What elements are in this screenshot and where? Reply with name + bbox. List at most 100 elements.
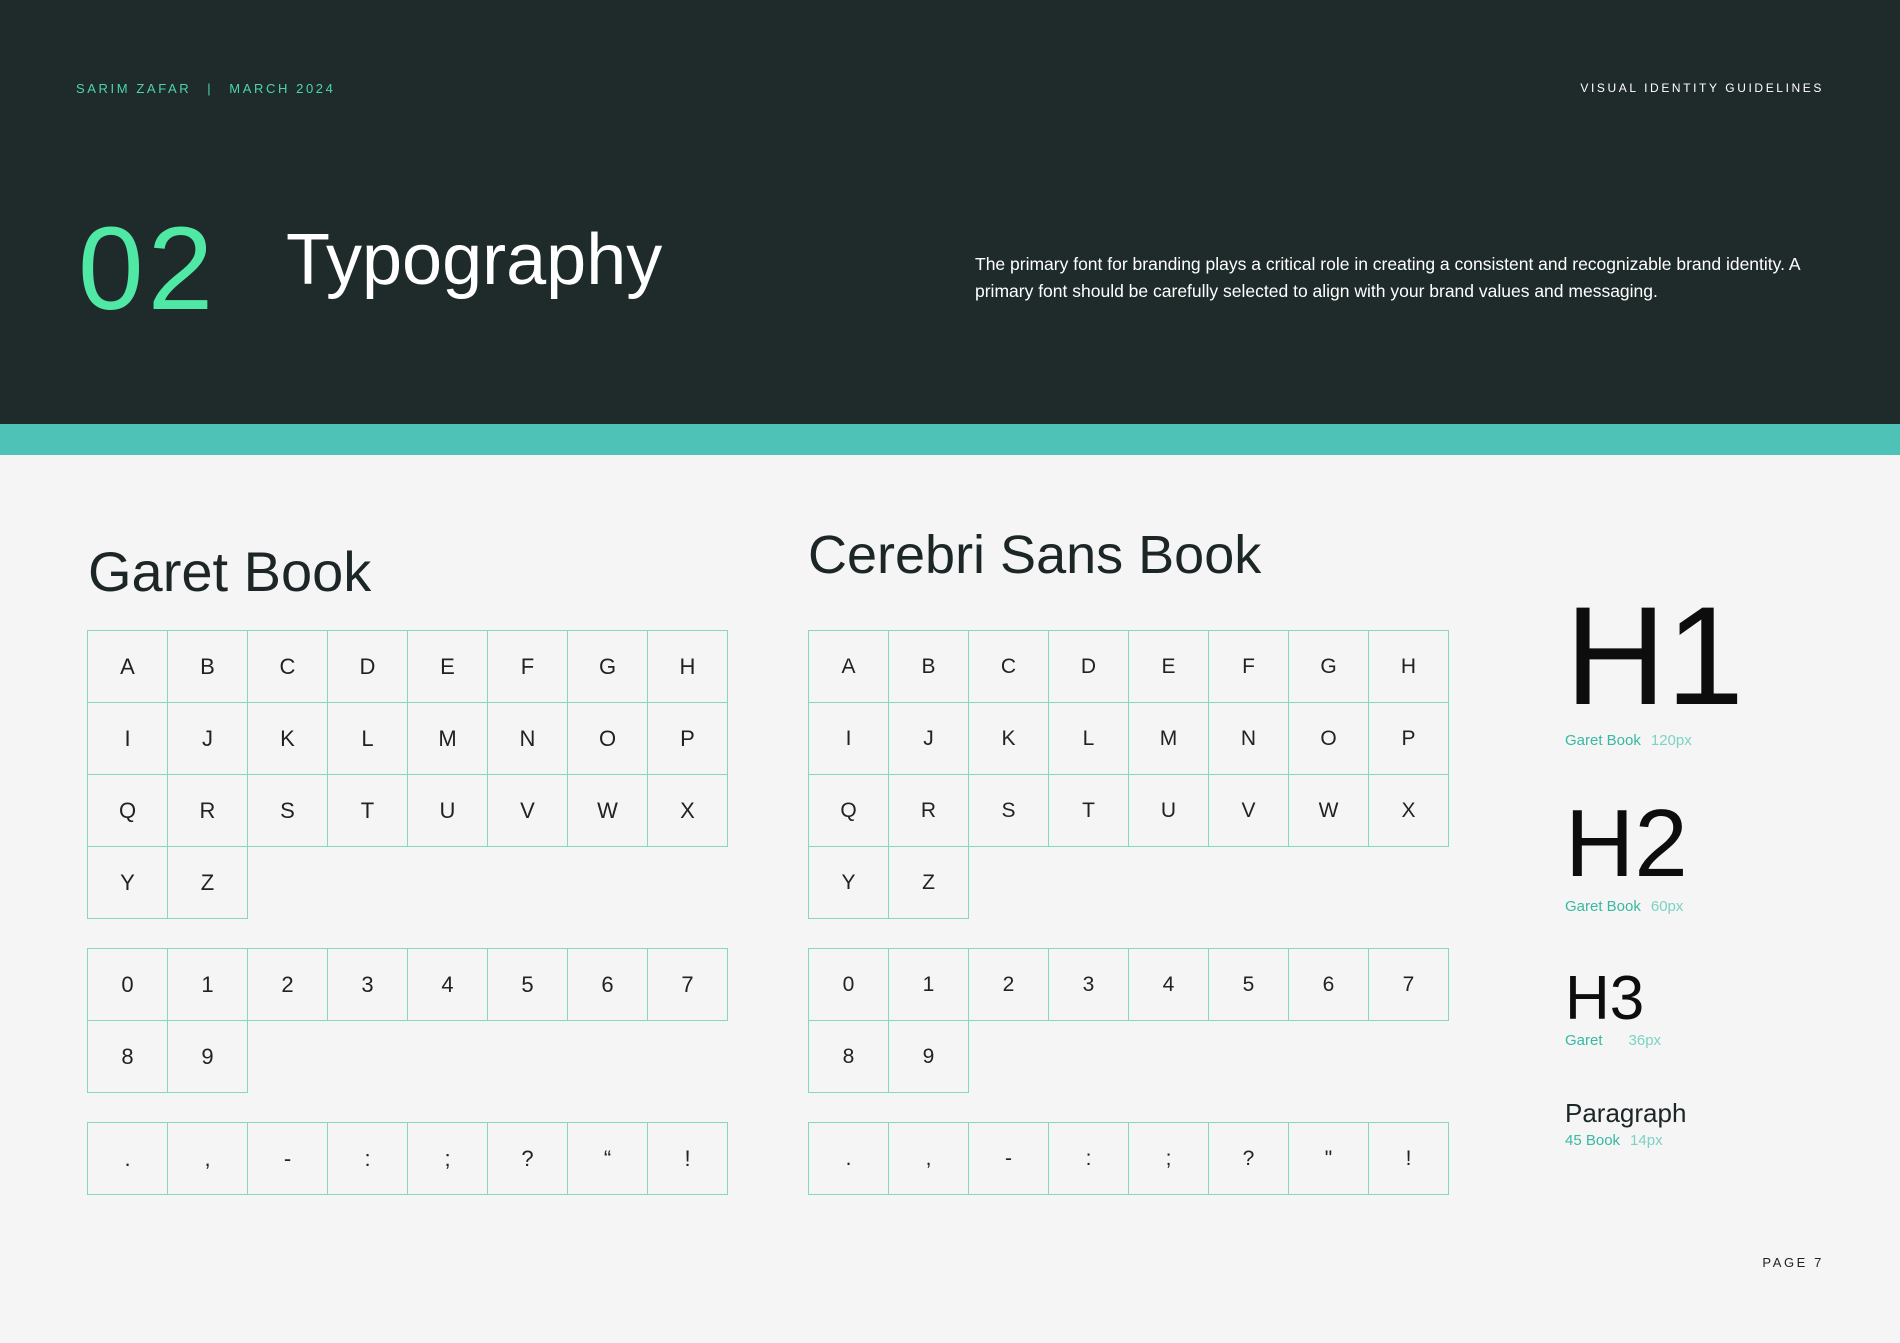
glyph-cell: W xyxy=(567,774,648,847)
glyph-cell: 1 xyxy=(888,948,969,1021)
glyph-cell: O xyxy=(1288,702,1369,775)
glyph-cell: O xyxy=(567,702,648,775)
glyph-cell: Z xyxy=(888,846,969,919)
glyph-cell: Q xyxy=(808,774,889,847)
glyph-cell: . xyxy=(87,1122,168,1195)
glyph-cell: S xyxy=(247,774,328,847)
glyph-cell: - xyxy=(968,1122,1049,1195)
glyph-cell: X xyxy=(1368,774,1449,847)
author-name: SARIM ZAFAR xyxy=(76,81,192,96)
glyph-cell: A xyxy=(87,630,168,703)
spec-h1: H1 Garet Book 120px xyxy=(1565,577,1744,750)
glyph-cell: E xyxy=(1128,630,1209,703)
spec-h2-size: 60px xyxy=(1650,898,1684,915)
glyph-cell: 6 xyxy=(567,948,648,1021)
glyph-cell: C xyxy=(247,630,328,703)
glyph-cell: 1 xyxy=(167,948,248,1021)
glyph-cell: 8 xyxy=(87,1020,168,1093)
spec-paragraph-font: 45 Book xyxy=(1565,1132,1621,1149)
font-name-cerebri: Cerebri Sans Book xyxy=(808,525,1262,585)
glyph-cell: ! xyxy=(647,1122,728,1195)
accent-band xyxy=(0,424,1900,455)
glyph-cell: Q xyxy=(87,774,168,847)
garet-digits-grid: 01234567 89 xyxy=(87,948,728,1093)
glyph-cell: G xyxy=(1288,630,1369,703)
glyph-cell: ? xyxy=(1208,1122,1289,1195)
glyph-cell: 4 xyxy=(407,948,488,1021)
glyph-cell: 7 xyxy=(1368,948,1449,1021)
section-description: The primary font for branding plays a cr… xyxy=(975,254,1800,301)
glyph-cell: E xyxy=(407,630,488,703)
glyph-cell: . xyxy=(808,1122,889,1195)
spec-h3-sample: H3 xyxy=(1565,964,1645,1033)
glyph-cell: B xyxy=(888,630,969,703)
glyph-cell: V xyxy=(1208,774,1289,847)
spec-h1-size: 120px xyxy=(1650,732,1692,749)
glyph-cell: G xyxy=(567,630,648,703)
glyph-cell: 9 xyxy=(167,1020,248,1093)
glyph-cell: 2 xyxy=(968,948,1049,1021)
glyph-cell: Y xyxy=(87,846,168,919)
cerebri-punctuation-grid: ., -:;? "! xyxy=(808,1122,1449,1195)
font-name-garet: Garet Book xyxy=(88,540,372,603)
glyph-cell: 0 xyxy=(808,948,889,1021)
glyph-cell: M xyxy=(407,702,488,775)
glyph-cell: F xyxy=(1208,630,1289,703)
glyph-cell: Y xyxy=(808,846,889,919)
glyph-cell: K xyxy=(968,702,1049,775)
glyph-cell: 8 xyxy=(808,1020,889,1093)
glyph-cell: , xyxy=(888,1122,969,1195)
glyph-cell: P xyxy=(1368,702,1449,775)
glyph-cell: L xyxy=(1048,702,1129,775)
glyph-cell: H xyxy=(647,630,728,703)
glyph-cell: D xyxy=(327,630,408,703)
glyph-cell: 9 xyxy=(888,1020,969,1093)
spec-h1-sample: H1 xyxy=(1565,577,1744,734)
spec-h3-font: Garet xyxy=(1565,1032,1603,1049)
glyph-cell: 0 xyxy=(87,948,168,1021)
glyph-cell: J xyxy=(167,702,248,775)
glyph-cell: T xyxy=(1048,774,1129,847)
glyph-cell: F xyxy=(487,630,568,703)
spec-paragraph: Paragraph 45 Book 14px xyxy=(1565,1100,1686,1149)
glyph-cell: D xyxy=(1048,630,1129,703)
glyph-cell: J xyxy=(888,702,969,775)
glyph-cell: N xyxy=(487,702,568,775)
glyph-cell: U xyxy=(1128,774,1209,847)
glyph-cell: V xyxy=(487,774,568,847)
glyph-cell: ? xyxy=(487,1122,568,1195)
document-date: MARCH 2024 xyxy=(229,81,336,96)
glyph-cell: “ xyxy=(567,1122,648,1195)
glyph-cell: 6 xyxy=(1288,948,1369,1021)
glyph-cell: B xyxy=(167,630,248,703)
spec-paragraph-size: 14px xyxy=(1630,1132,1663,1149)
glyph-cell: 4 xyxy=(1128,948,1209,1021)
spec-h2-caption: Garet Book 60px xyxy=(1565,898,1688,915)
glyph-cell: P xyxy=(647,702,728,775)
glyph-cell: 3 xyxy=(1048,948,1129,1021)
glyph-cell: M xyxy=(1128,702,1209,775)
garet-punctuation-grid: ., -:;? “! xyxy=(87,1122,728,1195)
glyph-cell: R xyxy=(167,774,248,847)
cerebri-letters-grid: ABCDEFGH IJKLMNOP QRSTUVWX YZ xyxy=(808,630,1449,919)
glyph-cell: ; xyxy=(1128,1122,1209,1195)
glyph-cell: 7 xyxy=(647,948,728,1021)
cerebri-digits-grid: 01234567 89 xyxy=(808,948,1449,1093)
section-number: 02 xyxy=(78,203,218,335)
glyph-cell: 5 xyxy=(1208,948,1289,1021)
glyph-cell: - xyxy=(247,1122,328,1195)
glyph-cell: ; xyxy=(407,1122,488,1195)
glyph-cell: X xyxy=(647,774,728,847)
spec-h2-font: Garet Book xyxy=(1565,898,1641,915)
garet-letters-grid: ABCDEFGH IJKLMNOP QRSTUVWX YZ xyxy=(87,630,728,919)
glyph-cell: : xyxy=(327,1122,408,1195)
glyph-cell: U xyxy=(407,774,488,847)
glyph-cell: L xyxy=(327,702,408,775)
document-title: VISUAL IDENTITY GUIDELINES xyxy=(1580,81,1824,95)
glyph-cell: " xyxy=(1288,1122,1369,1195)
glyph-cell: Z xyxy=(167,846,248,919)
spec-h3-size: 36px xyxy=(1628,1032,1662,1049)
spec-h3-caption: Garet 36px xyxy=(1565,1032,1661,1049)
glyph-cell: R xyxy=(888,774,969,847)
glyph-cell: K xyxy=(247,702,328,775)
